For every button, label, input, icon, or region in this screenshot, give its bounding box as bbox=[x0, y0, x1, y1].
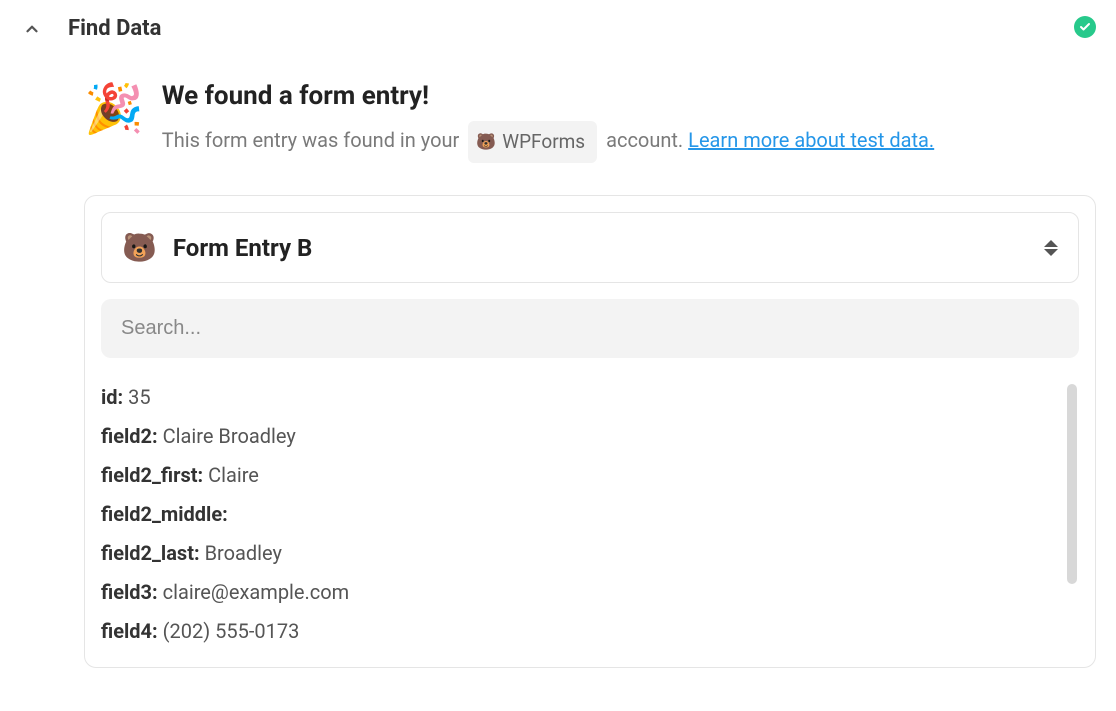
field-row: id: 35 bbox=[101, 378, 1059, 417]
success-check-icon bbox=[1074, 16, 1096, 38]
sort-icon bbox=[1044, 240, 1058, 256]
field-row: field2_middle: bbox=[101, 495, 1059, 534]
collapse-button[interactable] bbox=[20, 17, 44, 41]
field-row: field3: claire@example.com bbox=[101, 573, 1059, 612]
fields-list: id: 35 field2: Claire Broadley field2_fi… bbox=[101, 378, 1079, 651]
field-row: field2_last: Broadley bbox=[101, 534, 1059, 573]
form-panel: 🐻 Form Entry B id: 35 field2: Claire Bro… bbox=[84, 195, 1096, 668]
learn-more-link[interactable]: Learn more about test data. bbox=[688, 128, 934, 152]
wpforms-bear-icon: 🐻 bbox=[122, 231, 157, 264]
search-input[interactable] bbox=[121, 317, 1059, 340]
found-description: This form entry was found in your 🐻 WPFo… bbox=[162, 121, 934, 163]
found-pre-text: This form entry was found in your bbox=[162, 128, 465, 152]
search-row[interactable] bbox=[101, 299, 1079, 358]
wpforms-chip: 🐻 WPForms bbox=[468, 121, 597, 163]
party-popper-icon: 🎉 bbox=[84, 85, 144, 133]
field-row: field4: (202) 555-0173 bbox=[101, 612, 1059, 651]
dropdown-selected-label: Form Entry B bbox=[173, 234, 1028, 262]
scrollbar-track[interactable] bbox=[1067, 384, 1077, 584]
field-row: field2: Claire Broadley bbox=[101, 417, 1059, 456]
section-title: Find Data bbox=[68, 16, 161, 41]
field-row: field2_first: Claire bbox=[101, 456, 1059, 495]
wpforms-chip-label: WPForms bbox=[502, 124, 585, 160]
found-post-text: account. bbox=[606, 128, 688, 152]
wpforms-bear-icon: 🐻 bbox=[476, 127, 496, 157]
form-entry-dropdown[interactable]: 🐻 Form Entry B bbox=[101, 212, 1079, 283]
found-heading: We found a form entry! bbox=[162, 81, 934, 111]
